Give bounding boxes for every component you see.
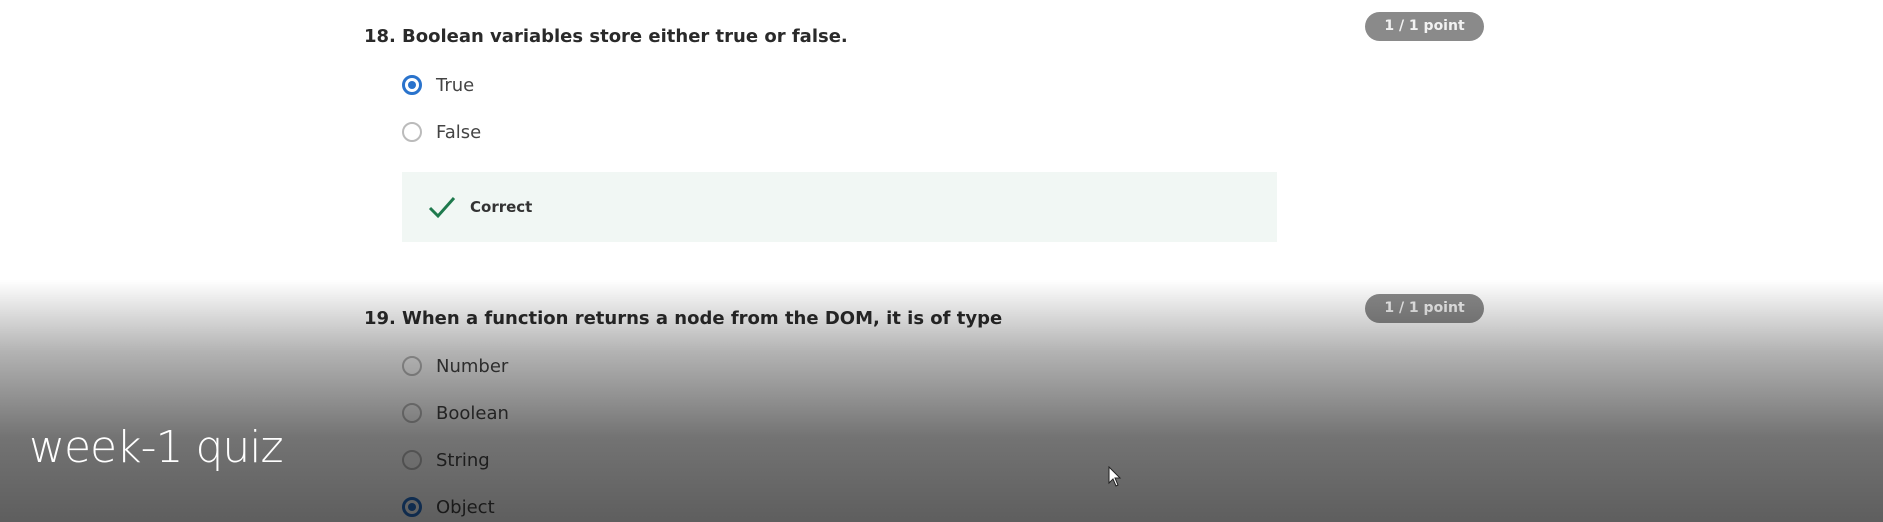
feedback-box: Correct <box>402 172 1277 242</box>
question-number: 18. <box>364 26 396 47</box>
radio-icon[interactable] <box>402 403 422 423</box>
video-title: week-1 quiz <box>29 422 284 473</box>
question-title: Boolean variables store either true or f… <box>402 26 848 47</box>
radio-selected-icon[interactable] <box>402 75 422 95</box>
score-badge: 1 / 1 point <box>1365 294 1484 323</box>
option-number[interactable]: Number <box>402 352 508 380</box>
option-object[interactable]: Object <box>402 493 495 521</box>
mouse-cursor-icon <box>1108 466 1122 487</box>
question-number: 19. <box>364 308 396 329</box>
option-label: Object <box>436 496 495 518</box>
radio-icon[interactable] <box>402 450 422 470</box>
question-title: When a function returns a node from the … <box>402 308 1003 329</box>
question-19: 19. When a function returns a node from … <box>364 294 1484 518</box>
option-string[interactable]: String <box>402 446 490 474</box>
radio-icon[interactable] <box>402 356 422 376</box>
checkmark-icon <box>428 197 456 219</box>
option-label: Boolean <box>436 402 509 424</box>
score-badge: 1 / 1 point <box>1365 12 1484 41</box>
radio-selected-icon[interactable] <box>402 497 422 517</box>
option-label: True <box>436 74 475 96</box>
feedback-label: Correct <box>470 198 533 216</box>
option-label: False <box>436 121 482 143</box>
option-label: Number <box>436 355 509 377</box>
option-label: String <box>436 449 490 471</box>
radio-icon[interactable] <box>402 122 422 142</box>
question-18: 18. Boolean variables store either true … <box>364 12 1484 242</box>
option-false[interactable]: False <box>402 118 481 146</box>
option-true[interactable]: True <box>402 71 474 99</box>
option-boolean[interactable]: Boolean <box>402 399 509 427</box>
